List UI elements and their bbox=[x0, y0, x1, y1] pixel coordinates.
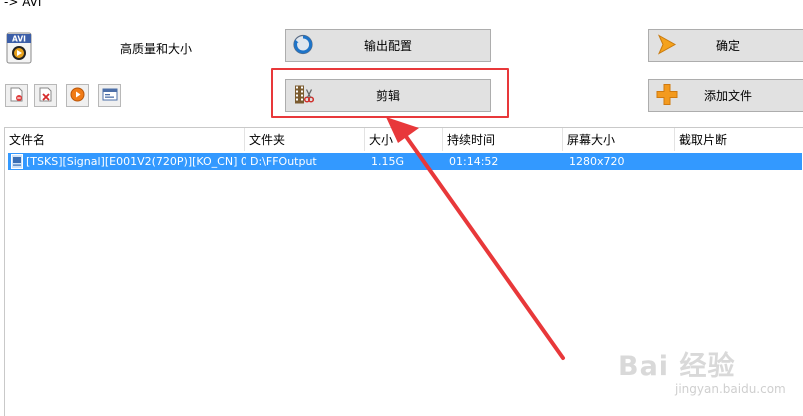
watermark-logo: Bai 经验 bbox=[618, 351, 736, 382]
file-info-icon bbox=[102, 87, 118, 105]
highlight-box bbox=[271, 68, 509, 118]
column-header-folder[interactable]: 文件夹 bbox=[245, 128, 365, 151]
plus-icon bbox=[655, 82, 679, 109]
avi-icon-text: AVI bbox=[12, 35, 26, 44]
play-icon bbox=[70, 87, 85, 105]
gear-icon bbox=[292, 33, 314, 58]
size-cell: 1.15G bbox=[371, 155, 405, 168]
clip-cell bbox=[681, 153, 781, 170]
file-info-button[interactable] bbox=[98, 84, 121, 107]
column-header-screen-size[interactable]: 屏幕大小 bbox=[563, 128, 675, 151]
arrow-right-icon bbox=[655, 32, 679, 59]
clear-list-icon bbox=[38, 87, 53, 105]
add-file-button[interactable]: 添加文件 bbox=[648, 79, 803, 112]
add-file-label: 添加文件 bbox=[703, 89, 752, 103]
column-header-clip[interactable]: 截取片断 bbox=[675, 128, 803, 151]
play-button[interactable] bbox=[66, 84, 89, 107]
video-file-icon bbox=[11, 154, 23, 171]
screen-size-cell: 1280x720 bbox=[569, 155, 625, 168]
list-header: 文件名 文件夹 大小 持续时间 屏幕大小 截取片断 bbox=[5, 128, 803, 151]
avi-format-icon: AVI bbox=[6, 32, 32, 64]
ok-button[interactable]: 确定 bbox=[648, 29, 803, 62]
remove-file-icon bbox=[9, 87, 24, 105]
output-config-button[interactable]: 输出配置 bbox=[285, 29, 491, 62]
output-config-label: 输出配置 bbox=[363, 39, 412, 53]
file-name-cell: [TSKS][Signal][E001V2(720P)][KO_CN] 00..… bbox=[26, 155, 246, 168]
ok-label: 确定 bbox=[715, 39, 740, 53]
watermark-url: jingyan.baidu.com bbox=[675, 382, 786, 396]
clear-list-button[interactable] bbox=[34, 84, 57, 107]
table-row[interactable]: [TSKS][Signal][E001V2(720P)][KO_CN] 00..… bbox=[8, 153, 802, 170]
folder-cell: D:\FFOutput bbox=[250, 155, 317, 168]
window-title: -> AVI bbox=[4, 0, 42, 9]
duration-cell: 01:14:52 bbox=[449, 155, 499, 168]
column-header-size[interactable]: 大小 bbox=[365, 128, 443, 151]
column-header-duration[interactable]: 持续时间 bbox=[443, 128, 563, 151]
remove-file-button[interactable] bbox=[5, 84, 28, 107]
column-header-name[interactable]: 文件名 bbox=[5, 128, 245, 151]
quality-label: 高质量和大小 bbox=[120, 42, 193, 56]
